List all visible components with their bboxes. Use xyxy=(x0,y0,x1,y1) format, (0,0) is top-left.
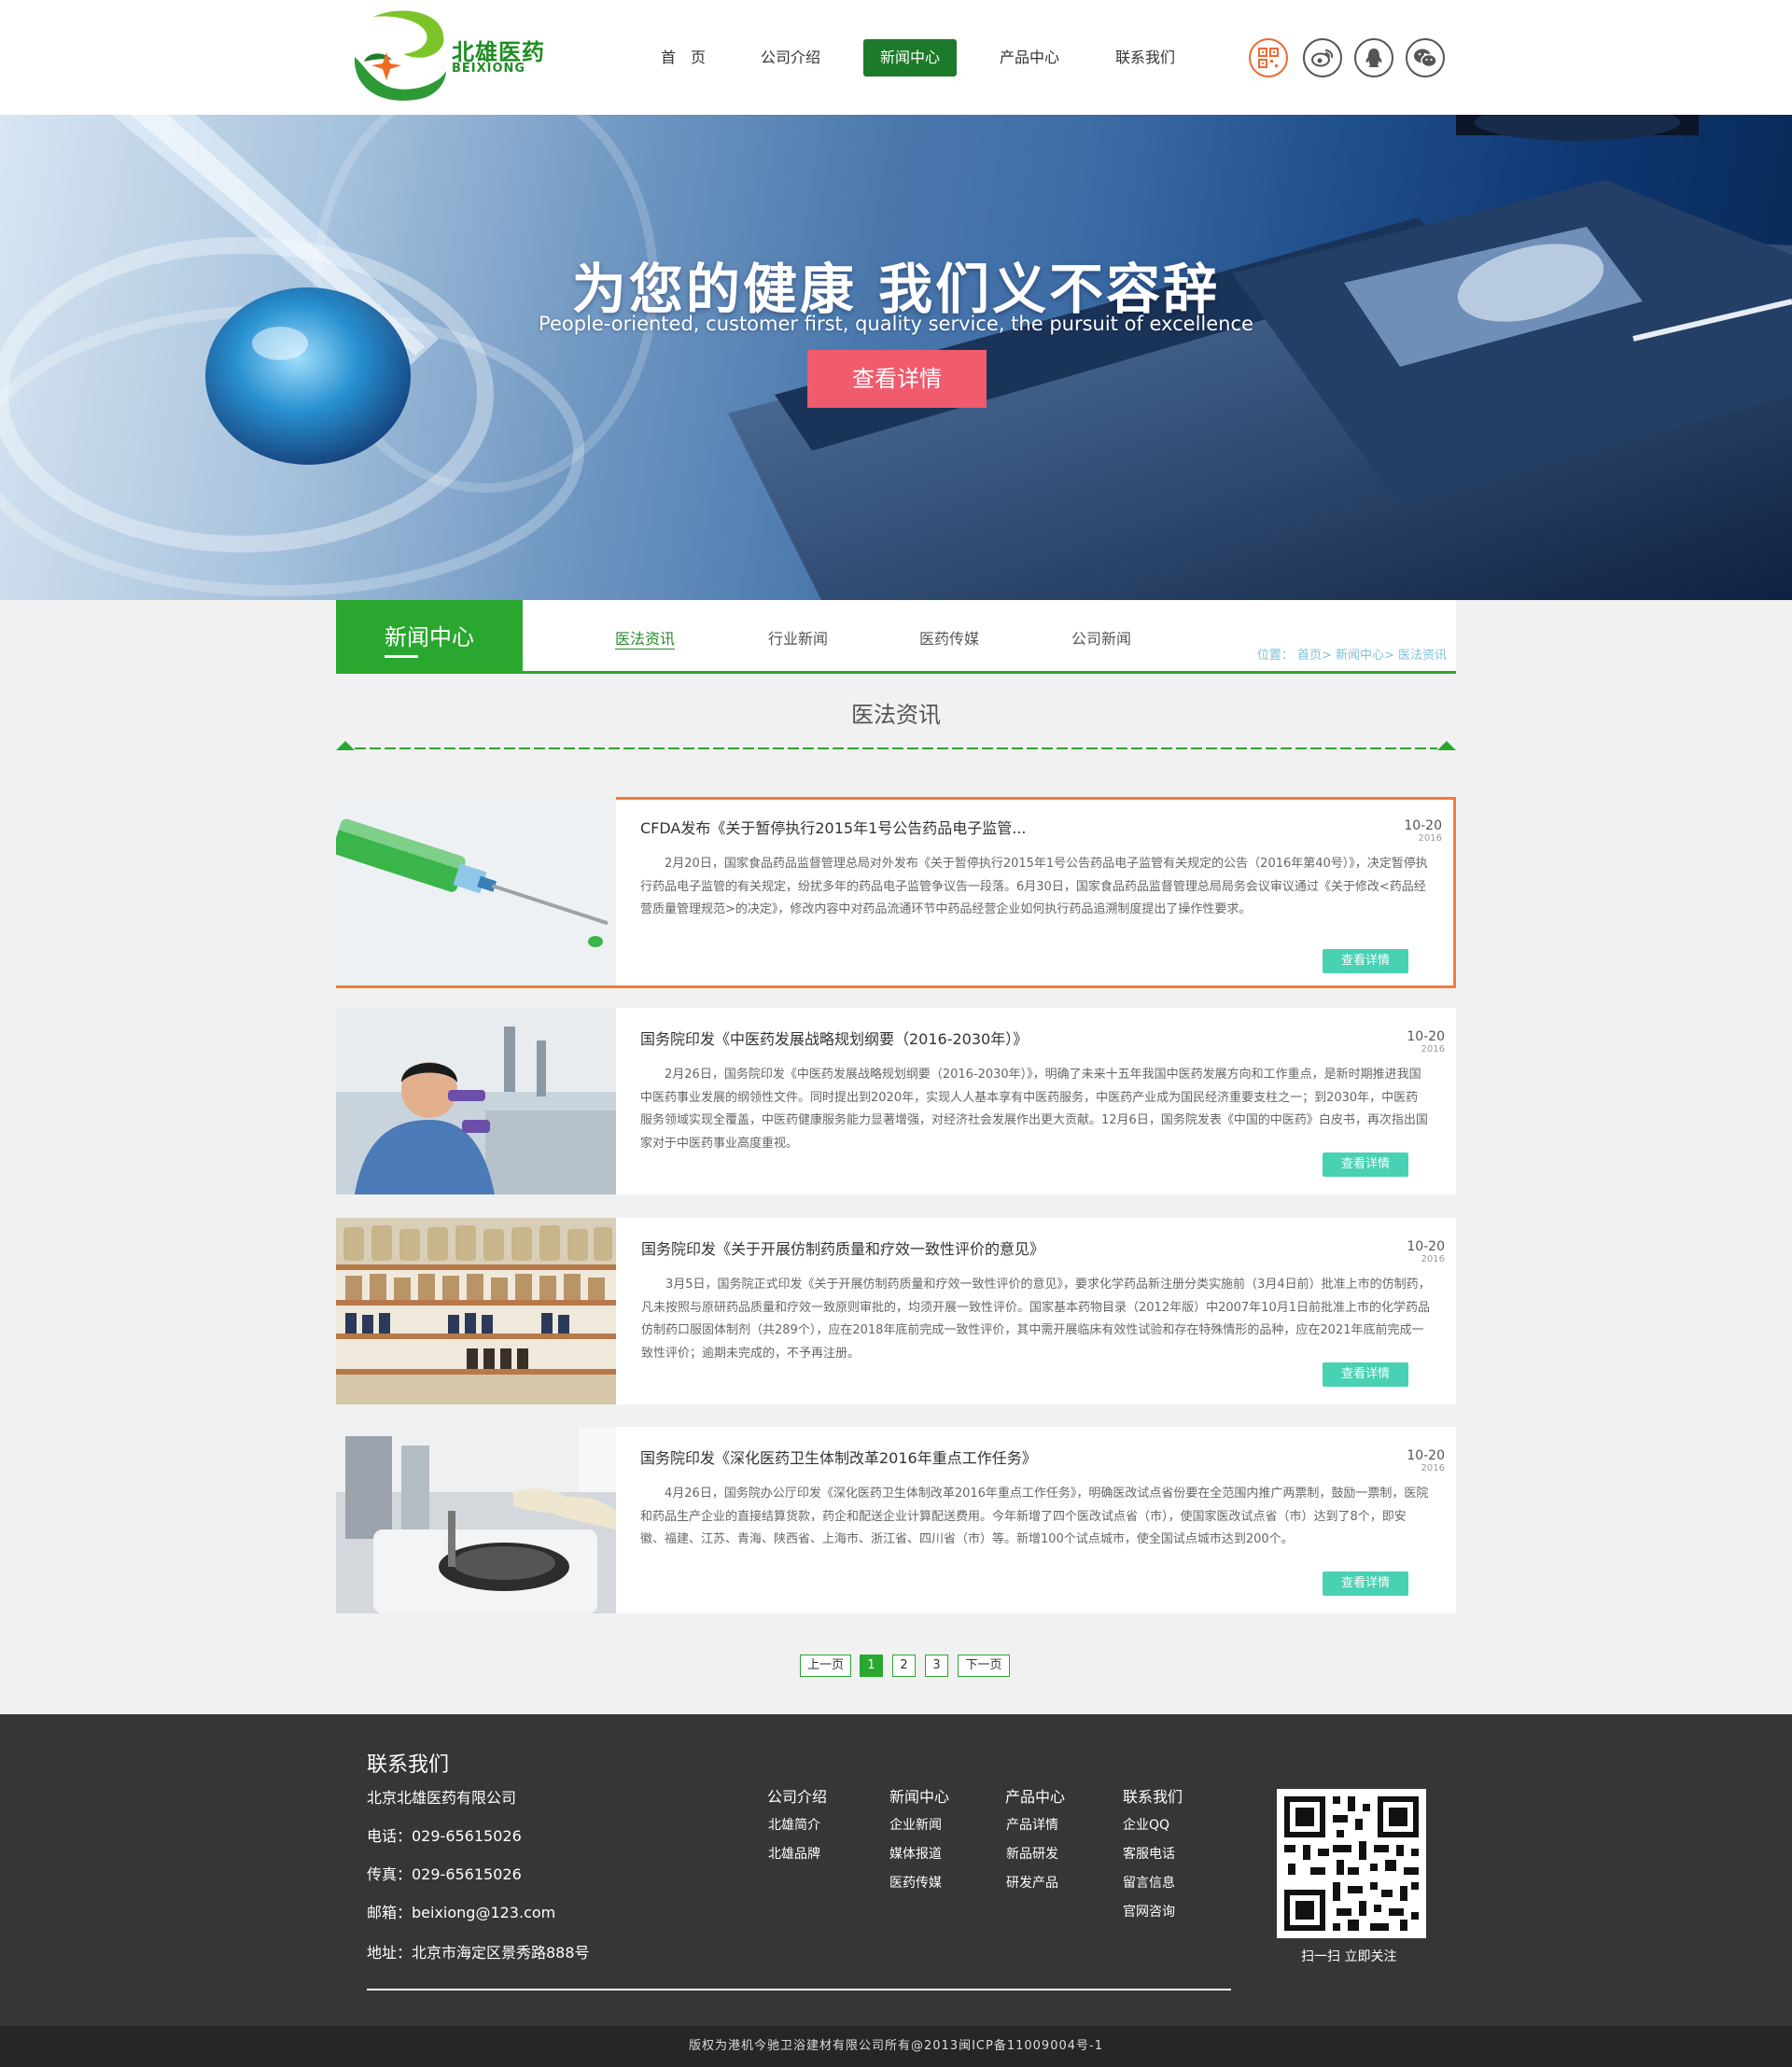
news-detail-button[interactable]: 查看详情 xyxy=(1323,1152,1408,1177)
pagination-page-2[interactable]: 2 xyxy=(892,1655,916,1677)
subnav-title: 新闻中心 xyxy=(336,600,523,671)
footer-link[interactable]: 企业QQ xyxy=(1123,1815,1169,1834)
site-footer: 联系我们 北京北雄医药有限公司 电话：029-65615026 传真：029-6… xyxy=(0,1714,1792,2026)
weibo-icon[interactable] xyxy=(1303,38,1342,77)
news-date: 10-20 2016 xyxy=(1407,1240,1445,1266)
footer-col-about[interactable]: 公司介绍 xyxy=(767,1784,827,1807)
wechat-icon[interactable] xyxy=(1406,38,1445,77)
news-subnav: 新闻中心 医法资讯 行业新闻 医药传媒 公司新闻 位置： 首页> 新闻中心> 医… xyxy=(336,600,1456,674)
news-date: 10-20 2016 xyxy=(1407,1030,1445,1056)
tab-industry-news[interactable]: 行业新闻 xyxy=(768,626,828,649)
footer-link[interactable]: 研发产品 xyxy=(1006,1873,1058,1892)
nav-products[interactable]: 产品中心 xyxy=(978,39,1081,77)
tab-pharma-media[interactable]: 医药传媒 xyxy=(919,626,979,649)
footer-qr-code-icon xyxy=(1277,1789,1426,1938)
section-divider xyxy=(336,741,1456,750)
news-date: 10-20 2016 xyxy=(1404,819,1442,845)
footer-col-news[interactable]: 新闻中心 xyxy=(889,1784,949,1807)
footer-link[interactable]: 北雄品牌 xyxy=(768,1844,820,1863)
nav-about[interactable]: 公司介绍 xyxy=(739,39,842,77)
footer-link[interactable]: 新品研发 xyxy=(1006,1844,1058,1863)
footer-company: 北京北雄医药有限公司 xyxy=(367,1789,517,1807)
footer-phone: 电话：029-65615026 xyxy=(367,1827,522,1845)
footer-email: 邮箱：beixiong@123.com xyxy=(367,1904,556,1921)
news-summary: 2月26日，国务院印发《中医药发展战略规划纲要（2016-2030年）》，明确了… xyxy=(640,1068,1428,1151)
news-image-lab-scientist[interactable] xyxy=(336,1008,616,1194)
site-header: 北雄医药 BEIXIONG 首 页 公司介绍 新闻中心 产品中心 联系我们 xyxy=(0,0,1792,115)
qq-icon[interactable] xyxy=(1354,38,1393,77)
footer-link[interactable]: 媒体报道 xyxy=(889,1844,942,1863)
news-image-lab-machine[interactable] xyxy=(336,1427,616,1613)
news-date: 10-20 2016 xyxy=(1407,1449,1445,1475)
news-title[interactable]: 国务院印发《关于开展仿制药质量和疗效一致性评价的意见》 xyxy=(641,1236,1351,1259)
qr-code-icon[interactable] xyxy=(1249,38,1288,77)
footer-link[interactable]: 产品详情 xyxy=(1006,1815,1058,1834)
news-date-day: 10-20 xyxy=(1407,1448,1445,1463)
footer-link[interactable]: 北雄简介 xyxy=(768,1815,820,1834)
news-summary: 2月20日，国家食品药品监督管理总局对外发布《关于暂停执行2015年1号公告药品… xyxy=(640,857,1428,916)
footer-copyright: 版权为港机今驰卫浴建材有限公司所有@2013闽ICP备11009004号-1 xyxy=(0,2026,1792,2067)
tab-company-news[interactable]: 公司新闻 xyxy=(1071,626,1131,649)
news-title[interactable]: CFDA发布《关于暂停执行2015年1号公告药品电子监管... xyxy=(640,816,1350,838)
section-title: 医法资讯 xyxy=(851,702,941,728)
footer-col-products[interactable]: 产品中心 xyxy=(1005,1784,1065,1807)
footer-contact-title: 联系我们 xyxy=(367,1753,450,1777)
news-item[interactable]: 国务院印发《关于开展仿制药质量和疗效一致性评价的意见》 10-20 2016 3… xyxy=(336,1218,1456,1404)
news-image-pharmacy-shelves[interactable] xyxy=(336,1218,616,1404)
footer-qr-caption: 扫一扫 立即关注 xyxy=(1301,1949,1397,1964)
tab-medical-law[interactable]: 医法资讯 xyxy=(615,626,675,649)
news-date-day: 10-20 xyxy=(1404,818,1442,833)
footer-link[interactable]: 官网咨询 xyxy=(1123,1902,1175,1920)
banner-subtitle: People-oriented, customer first, quality… xyxy=(539,313,1253,335)
news-summary: 3月5日，国务院正式印发《关于开展仿制药质量和疗效一致性评价的意见》，要求化学药… xyxy=(641,1278,1431,1361)
footer-link[interactable]: 医药传媒 xyxy=(889,1873,942,1892)
pagination-next[interactable]: 下一页 xyxy=(958,1655,1010,1677)
pagination-prev[interactable]: 上一页 xyxy=(800,1655,851,1677)
news-detail-button[interactable]: 查看详情 xyxy=(1323,949,1408,973)
news-item[interactable]: CFDA发布《关于暂停执行2015年1号公告药品电子监管... 10-20 20… xyxy=(336,797,1456,988)
news-title[interactable]: 国务院印发《中医药发展战略规划纲要（2016-2030年）》 xyxy=(640,1027,1350,1049)
news-summary: 4月26日，国务院办公厅印发《深化医药卫生体制改革2016年重点工作任务》，明确… xyxy=(640,1487,1429,1546)
nav-home[interactable]: 首 页 xyxy=(627,39,739,77)
news-detail-button[interactable]: 查看详情 xyxy=(1323,1362,1408,1387)
subnav-title-underline xyxy=(385,655,418,658)
footer-col-contact[interactable]: 联系我们 xyxy=(1123,1784,1183,1807)
footer-link[interactable]: 留言信息 xyxy=(1123,1873,1175,1892)
pagination-page-3[interactable]: 3 xyxy=(925,1655,948,1677)
footer-link[interactable]: 客服电话 xyxy=(1123,1844,1175,1863)
footer-divider xyxy=(367,1989,1231,1990)
news-date-day: 10-20 xyxy=(1407,1029,1445,1044)
logo-name-en: BEIXIONG xyxy=(452,62,526,76)
news-image-syringe[interactable] xyxy=(336,797,616,985)
pagination-page-1[interactable]: 1 xyxy=(860,1655,883,1677)
news-date-year: 2016 xyxy=(1421,1044,1445,1054)
nav-contact[interactable]: 联系我们 xyxy=(1094,39,1197,77)
footer-link[interactable]: 企业新闻 xyxy=(889,1815,942,1834)
footer-fax: 传真：029-65615026 xyxy=(367,1865,522,1883)
news-date-year: 2016 xyxy=(1421,1463,1445,1473)
news-date-year: 2016 xyxy=(1418,833,1442,844)
news-date-year: 2016 xyxy=(1421,1254,1445,1264)
news-item[interactable]: 国务院印发《深化医药卫生体制改革2016年重点工作任务》 10-20 2016 … xyxy=(336,1427,1456,1613)
news-item[interactable]: 国务院印发《中医药发展战略规划纲要（2016-2030年）》 10-20 201… xyxy=(336,1008,1456,1194)
breadcrumb[interactable]: 位置： 首页> 新闻中心> 医法资讯 xyxy=(1257,645,1447,663)
news-detail-button[interactable]: 查看详情 xyxy=(1323,1571,1408,1596)
news-title[interactable]: 国务院印发《深化医药卫生体制改革2016年重点工作任务》 xyxy=(640,1446,1350,1468)
banner-detail-button[interactable]: 查看详情 xyxy=(807,350,987,408)
hero-banner: 为您的健康 我们义不容辞 People-oriented, customer f… xyxy=(0,115,1792,600)
footer-address: 地址：北京市海定区景秀路888号 xyxy=(367,1944,590,1962)
nav-news[interactable]: 新闻中心 xyxy=(863,39,957,77)
news-date-day: 10-20 xyxy=(1407,1239,1445,1254)
